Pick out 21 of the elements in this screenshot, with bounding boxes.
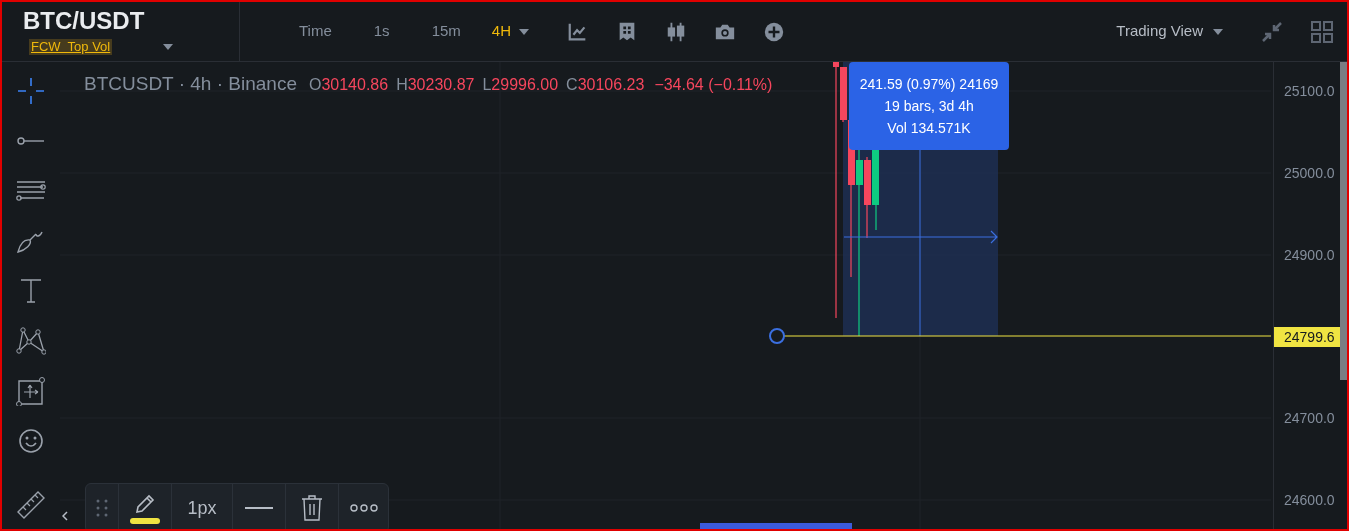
price-change: −34.64 (−0.11%) [654, 75, 773, 95]
interval-tab[interactable]: 4H [481, 20, 539, 43]
legend-title: BTCUSDT · 4h · Binance [84, 72, 297, 96]
price-label: 25000.0 [1283, 164, 1336, 183]
price-label: 25100.0 [1283, 82, 1336, 101]
ohlc-value: L29996.00 [482, 75, 559, 95]
ohlc-value: O30140.86 [308, 75, 389, 95]
price-label: 24600.0 [1283, 491, 1336, 510]
ohlc-value: C30106.23 [566, 75, 645, 95]
interval-tab[interactable]: 15m [410, 20, 482, 43]
measure-tooltip: 241.59 (0.97%) 24169 19 bars, 3d 4h Vol 134.571K [849, 62, 1009, 150]
line-width-button[interactable]: 1px [172, 484, 232, 529]
view-menu[interactable]: Trading View [1116, 20, 1223, 43]
interval-tab[interactable]: 1s [352, 20, 411, 43]
ohlc-value: H30230.87 [396, 75, 475, 95]
interval-tab[interactable]: Time [278, 20, 353, 43]
price-label: 24900.0 [1283, 246, 1336, 265]
price-label: 24700.0 [1283, 409, 1336, 428]
symbol-title: BTC/USDT [23, 6, 145, 36]
tag: FCW Top Vol [29, 39, 113, 55]
price-marker: 24799.6 [1274, 327, 1340, 347]
